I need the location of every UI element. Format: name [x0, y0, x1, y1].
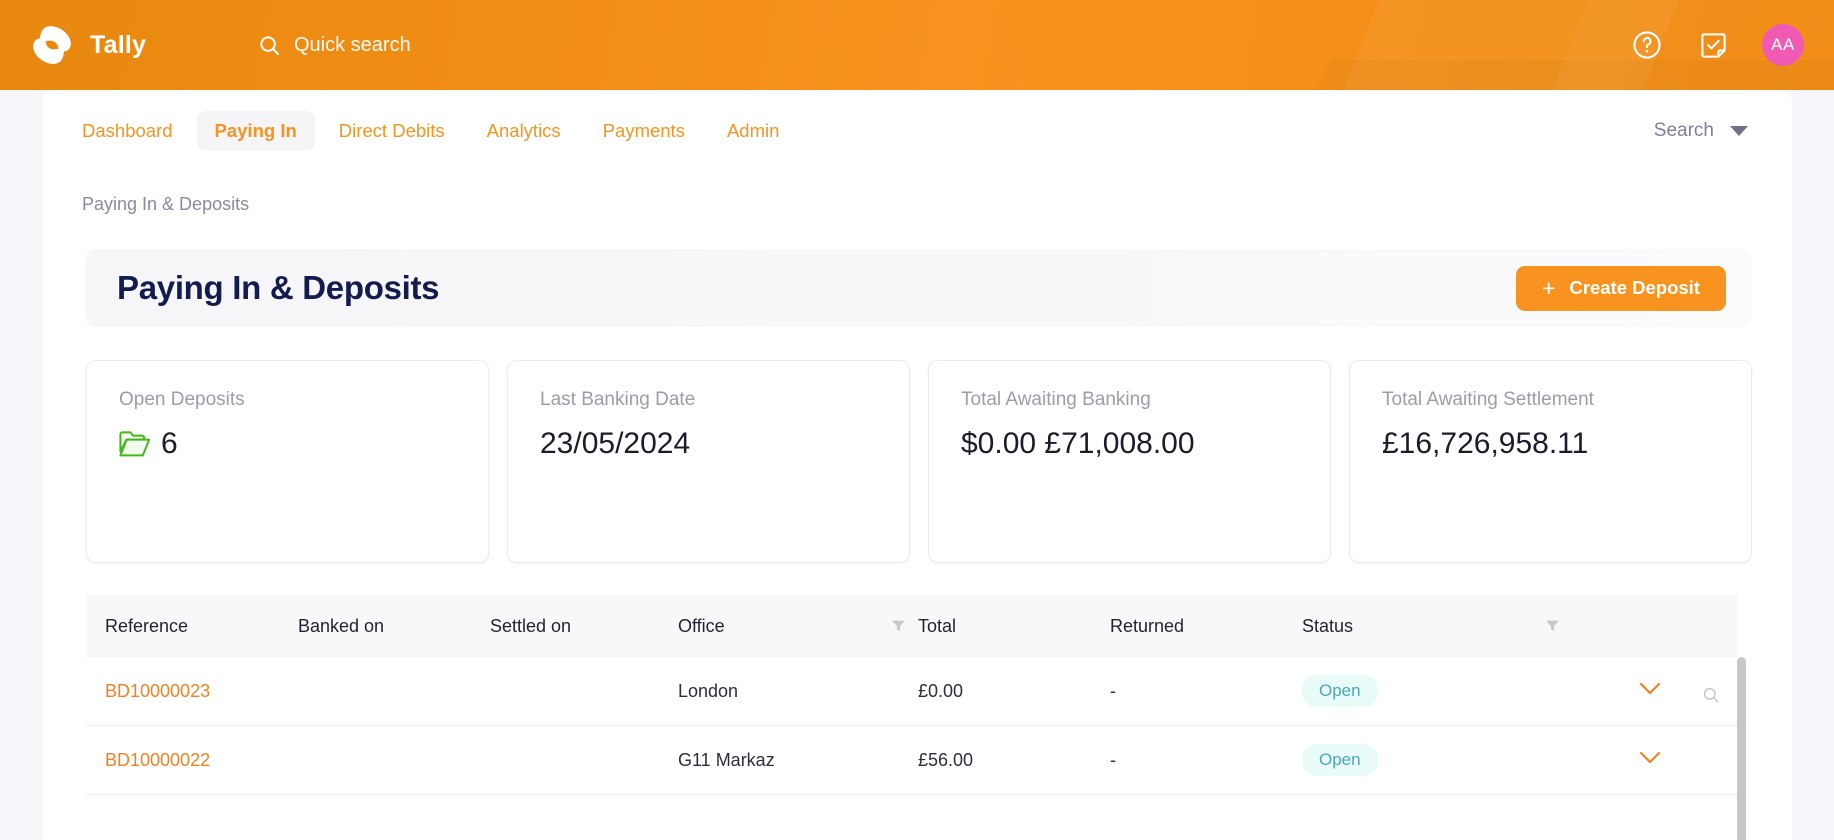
- table-row[interactable]: BD10000023 London £0.00 - Open: [86, 657, 1738, 726]
- main-navigation: Dashboard Paying In Direct Debits Analyt…: [42, 90, 1792, 172]
- page-title: Paying In & Deposits: [117, 269, 440, 306]
- filter-funnel-icon: [892, 620, 905, 632]
- checklist-note-icon: [1700, 32, 1726, 58]
- kpi-label: Open Deposits: [119, 389, 245, 410]
- column-header-office[interactable]: Office: [678, 616, 918, 637]
- cell-returned: -: [1110, 680, 1116, 701]
- header-actions: AA: [1630, 0, 1804, 90]
- cell-office: London: [678, 680, 739, 701]
- nav-search-dropdown[interactable]: Search: [1654, 120, 1748, 142]
- office-filter-icon[interactable]: [891, 619, 906, 634]
- cell-office: G11 Markaz: [678, 749, 775, 770]
- table-search-button[interactable]: [1702, 686, 1720, 704]
- plus-icon: +: [1541, 274, 1556, 301]
- tab-dashboard[interactable]: Dashboard: [64, 111, 191, 151]
- brand-name: Tally: [90, 30, 147, 59]
- reference-link[interactable]: BD10000023: [105, 681, 210, 701]
- table-row[interactable]: BD10000022 G11 Markaz £56.00 - Open: [86, 726, 1738, 795]
- chevron-down-icon: [1639, 682, 1661, 694]
- reference-link[interactable]: BD10000022: [105, 750, 210, 770]
- column-header-office-label: Office: [678, 615, 725, 636]
- cell-total: £56.00: [918, 749, 974, 770]
- kpi-value: 23/05/2024: [540, 427, 691, 460]
- cell-status: Open: [1302, 744, 1572, 776]
- search-icon: [1703, 687, 1719, 703]
- kpi-value: 6: [161, 427, 178, 460]
- column-header-banked-on[interactable]: Banked on: [298, 616, 490, 637]
- tab-analytics[interactable]: Analytics: [469, 111, 579, 151]
- column-header-total[interactable]: Total: [918, 616, 1110, 637]
- tab-direct-debits[interactable]: Direct Debits: [321, 111, 463, 151]
- create-deposit-label: Create Deposit: [1569, 277, 1700, 298]
- deposits-table: Reference Banked on Settled on Office To…: [86, 595, 1746, 840]
- kpi-value-group: 6: [119, 427, 488, 461]
- kpi-label: Total Awaiting Settlement: [1382, 389, 1594, 410]
- open-folder-icon: [119, 431, 151, 457]
- column-header-status[interactable]: Status: [1302, 616, 1572, 637]
- kpi-value: £16,726,958.11: [1382, 427, 1589, 460]
- nav-tabs: Dashboard Paying In Direct Debits Analyt…: [64, 111, 797, 151]
- table-header-row: Reference Banked on Settled on Office To…: [86, 595, 1738, 703]
- kpi-card-total-awaiting-banking: Total Awaiting Banking $0.00 £71,008.00: [928, 360, 1331, 563]
- chevron-down-icon: [1730, 126, 1748, 136]
- cell-reference: BD10000023: [86, 681, 298, 702]
- content-shell: Dashboard Paying In Direct Debits Analyt…: [42, 90, 1792, 840]
- page-title-banner: Paying In & Deposits + Create Deposit: [86, 249, 1752, 327]
- row-expand-button[interactable]: [1638, 681, 1662, 697]
- quick-search-button[interactable]: Quick search: [258, 0, 411, 90]
- row-expand-button[interactable]: [1638, 750, 1662, 766]
- create-deposit-button[interactable]: + Create Deposit: [1515, 265, 1726, 311]
- status-badge: Open: [1302, 675, 1378, 707]
- kpi-card-row: Open Deposits 6 Last Banking Date 23/05/…: [86, 360, 1752, 563]
- column-header-status-label: Status: [1302, 615, 1354, 636]
- kpi-card-total-awaiting-settlement: Total Awaiting Settlement £16,726,958.11: [1349, 360, 1752, 563]
- kpi-label: Last Banking Date: [540, 389, 696, 410]
- status-badge: Open: [1302, 744, 1378, 776]
- quick-search-label: Quick search: [294, 33, 411, 56]
- kpi-card-last-banking-date: Last Banking Date 23/05/2024: [507, 360, 910, 563]
- tab-paying-in[interactable]: Paying In: [196, 111, 315, 151]
- column-header-returned[interactable]: Returned: [1110, 616, 1302, 637]
- cell-status: Open: [1302, 675, 1572, 707]
- tasks-button[interactable]: [1696, 28, 1730, 62]
- tab-payments[interactable]: Payments: [585, 111, 703, 151]
- table-scrollbar[interactable]: [1737, 657, 1746, 840]
- search-icon: [260, 35, 280, 55]
- cell-returned: -: [1110, 749, 1116, 770]
- column-header-reference[interactable]: Reference: [86, 616, 298, 637]
- cell-reference: BD10000022: [86, 750, 298, 771]
- kpi-label: Total Awaiting Banking: [961, 389, 1151, 410]
- help-circle-icon: [1633, 31, 1661, 59]
- column-header-settled-on[interactable]: Settled on: [490, 616, 678, 637]
- kpi-card-open-deposits: Open Deposits 6: [86, 360, 489, 563]
- brand-logo-group[interactable]: Tally: [30, 0, 146, 90]
- status-filter-icon[interactable]: [1545, 619, 1560, 634]
- tab-admin[interactable]: Admin: [709, 111, 797, 151]
- top-header-bar: Tally Quick search AA: [0, 0, 1834, 90]
- cell-total: £0.00: [918, 680, 964, 701]
- breadcrumb: Paying In & Deposits: [82, 194, 250, 214]
- chevron-down-icon: [1639, 751, 1661, 763]
- cell-actions: [1572, 750, 1738, 771]
- avatar-initials: AA: [1771, 35, 1795, 54]
- avatar[interactable]: AA: [1762, 24, 1804, 66]
- help-button[interactable]: [1630, 28, 1664, 62]
- filter-funnel-icon: [1546, 620, 1559, 632]
- nav-search-label: Search: [1653, 120, 1714, 141]
- kpi-value: $0.00 £71,008.00: [961, 427, 1195, 460]
- tally-pinwheel-logo-icon: [33, 26, 71, 64]
